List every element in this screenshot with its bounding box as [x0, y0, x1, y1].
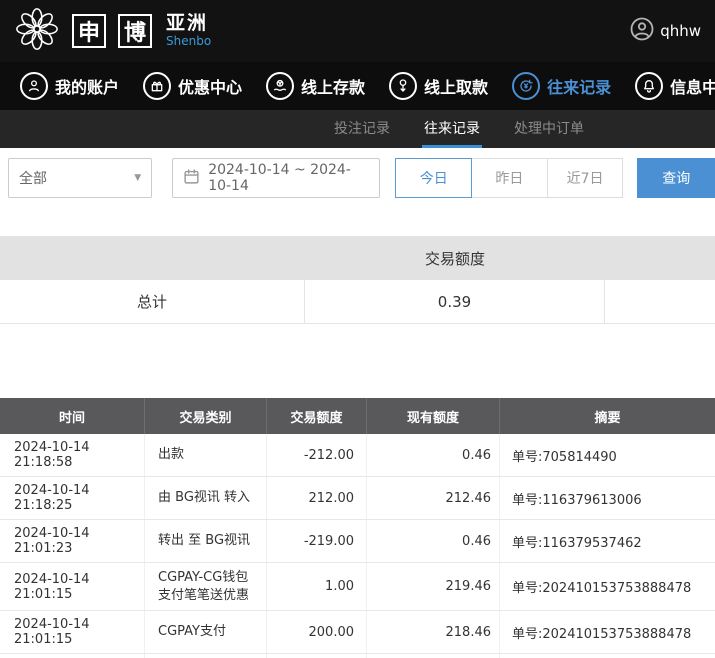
cell-type: CGPAY-CG钱包支付笔笔送优惠 [145, 563, 267, 610]
nav-item-withdraw[interactable]: 线上取款 [389, 72, 488, 100]
cell-amount: 1.00 [267, 563, 367, 610]
transactions-header-row: 时间 交易类别 交易额度 现有额度 摘要 [0, 398, 715, 434]
cell-time: 2024-10-14 21:01:15 [0, 563, 145, 610]
summary-table: 交易额度 总计 0.39 [0, 236, 715, 324]
cell-amount: -219.00 [267, 520, 367, 562]
transactions-table: 时间 交易类别 交易额度 现有额度 摘要 2024-10-14 21:18:58… [0, 398, 715, 658]
col-header-amount: 交易额度 [267, 398, 367, 434]
nav-label: 线上存款 [301, 74, 365, 98]
yesterday-button[interactable]: 昨日 [471, 158, 548, 198]
chevron-down-icon: ▼ [134, 173, 141, 183]
cell-time: 2024-10-14 21:01:15 [0, 611, 145, 653]
cell-type: 活动优惠 [145, 654, 267, 658]
transaction-type-select[interactable]: 全部 ▼ [8, 158, 152, 198]
cell-balance: 219.46 [367, 563, 500, 610]
col-header-time: 时间 [0, 398, 145, 434]
table-row: 2024-10-14 21:01:23 转出 至 BG视讯 -219.00 0.… [0, 520, 715, 563]
cell-time: 2024-10-14 21:18:58 [0, 434, 145, 476]
nav-label: 优惠中心 [178, 74, 242, 98]
cell-time: 2024-10-14 21:01:23 [0, 520, 145, 562]
col-header-note: 摘要 [500, 398, 715, 434]
user-account-menu[interactable]: qhhw [630, 17, 701, 45]
username-label: qhhw [660, 22, 701, 40]
table-row: 2024-10-14 21:00:49 活动优惠 18.00 18.46 [0, 654, 715, 658]
tab-transfer-records[interactable]: 往来记录 [422, 110, 482, 148]
logo-char-bo: 博 [118, 14, 152, 48]
cell-amount: 212.00 [267, 477, 367, 519]
col-header-type: 交易类别 [145, 398, 267, 434]
cell-amount: 200.00 [267, 611, 367, 653]
lotus-flower-icon [14, 6, 60, 56]
table-row: 2024-10-14 21:18:58 出款 -212.00 0.46 单号:7… [0, 434, 715, 477]
date-range-value: 2024-10-14 ~ 2024-10-14 [208, 162, 369, 194]
withdraw-icon [389, 72, 417, 100]
brand-name-label: Shenbo [166, 35, 211, 49]
transfer-records-icon [512, 72, 540, 100]
summary-total-value: 0.39 [305, 280, 605, 323]
cell-balance: 212.46 [367, 477, 500, 519]
col-header-balance: 现有额度 [367, 398, 500, 434]
today-button[interactable]: 今日 [395, 158, 472, 198]
nav-item-promotions[interactable]: 优惠中心 [143, 72, 242, 100]
cell-balance: 218.46 [367, 611, 500, 653]
nav-item-transfer-records[interactable]: 往来记录 [512, 72, 611, 100]
cell-type: 出款 [145, 434, 267, 476]
nav-label: 信息中心 [670, 74, 715, 98]
cell-balance: 0.46 [367, 520, 500, 562]
user-avatar-icon [630, 17, 654, 45]
last-7-days-button[interactable]: 近7日 [547, 158, 624, 198]
tab-bet-records[interactable]: 投注记录 [332, 110, 392, 148]
cell-note: 单号:202410153753888478 [500, 611, 715, 653]
cell-note [500, 654, 715, 658]
summary-spacer-cell [605, 280, 715, 323]
date-range-input[interactable]: 2024-10-14 ~ 2024-10-14 [172, 158, 380, 198]
cell-note: 单号:202410153753888478 [500, 563, 715, 610]
cell-note: 单号:705814490 [500, 434, 715, 476]
deposit-icon [266, 72, 294, 100]
cell-note: 单号:116379613006 [500, 477, 715, 519]
site-logo[interactable]: 申 博 亚洲 Shenbo [14, 6, 211, 56]
cell-type: CGPAY支付 [145, 611, 267, 653]
table-row: 2024-10-14 21:01:15 CGPAY-CG钱包支付笔笔送优惠 1.… [0, 563, 715, 611]
nav-label: 我的账户 [55, 74, 119, 98]
cell-time: 2024-10-14 21:18:25 [0, 477, 145, 519]
cell-balance: 0.46 [367, 434, 500, 476]
table-row: 2024-10-14 21:18:25 由 BG视讯 转入 212.00 212… [0, 477, 715, 520]
summary-header-amount: 交易额度 [305, 248, 605, 269]
calendar-icon [183, 168, 200, 189]
nav-item-messages[interactable]: 信息中心 [635, 72, 715, 100]
gift-icon [143, 72, 171, 100]
main-navigation: 我的账户 优惠中心 线上存款 线上取款 往来记录 信息中心 [0, 62, 715, 110]
cell-amount: 18.00 [267, 654, 367, 658]
user-icon [20, 72, 48, 100]
cell-balance: 18.46 [367, 654, 500, 658]
cell-note: 单号:116379537462 [500, 520, 715, 562]
cell-time: 2024-10-14 21:00:49 [0, 654, 145, 658]
table-row: 2024-10-14 21:01:15 CGPAY支付 200.00 218.4… [0, 611, 715, 654]
bell-icon [635, 72, 663, 100]
cell-type: 转出 至 BG视讯 [145, 520, 267, 562]
record-subtabs: 投注记录 往来记录 处理中订单 [0, 110, 715, 148]
search-button[interactable]: 查询 [637, 158, 715, 198]
nav-item-deposit[interactable]: 线上存款 [266, 72, 365, 100]
summary-total-row: 总计 0.39 [0, 280, 715, 324]
nav-item-my-account[interactable]: 我的账户 [20, 72, 119, 100]
cell-type: 由 BG视讯 转入 [145, 477, 267, 519]
logo-char-shen: 申 [72, 14, 106, 48]
brand-region-label: 亚洲 [166, 13, 211, 35]
tab-pending-orders[interactable]: 处理中订单 [512, 110, 586, 148]
summary-total-label: 总计 [0, 280, 305, 323]
cell-amount: -212.00 [267, 434, 367, 476]
select-value: 全部 [19, 168, 47, 188]
summary-header-row: 交易额度 [0, 236, 715, 280]
nav-label: 往来记录 [547, 74, 611, 98]
top-bar: 申 博 亚洲 Shenbo qhhw [0, 0, 715, 62]
filter-bar: 全部 ▼ 2024-10-14 ~ 2024-10-14 今日 昨日 近7日 查… [0, 148, 715, 208]
nav-label: 线上取款 [424, 74, 488, 98]
